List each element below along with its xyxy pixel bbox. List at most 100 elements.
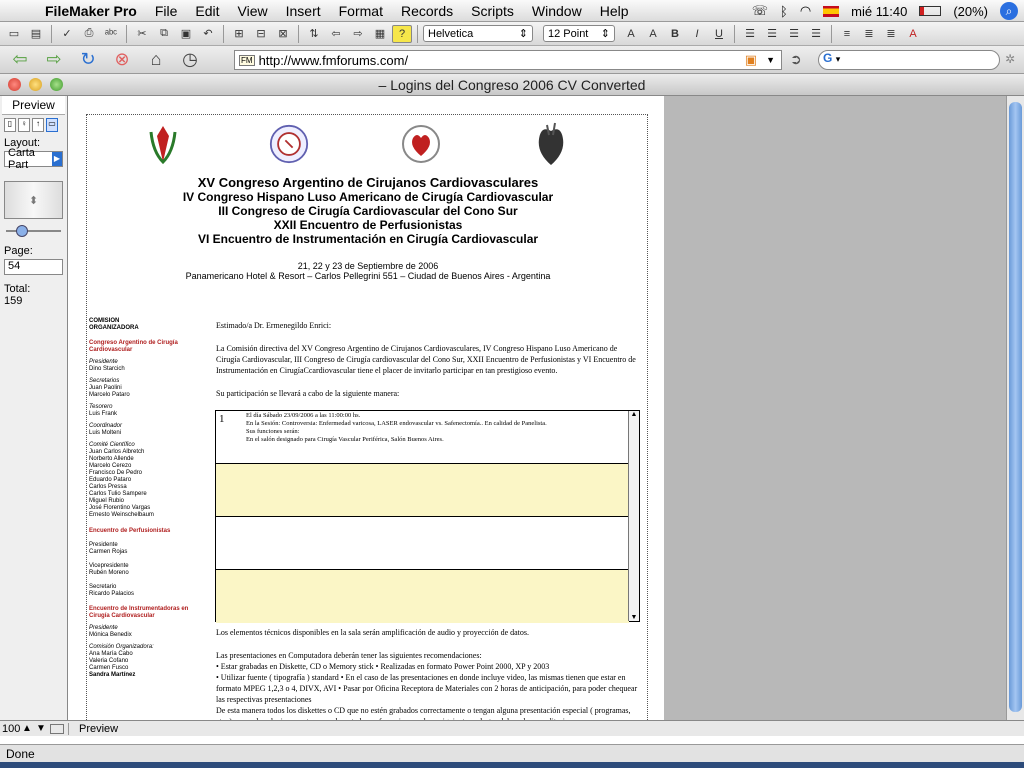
bottom-mode-label[interactable]: Preview bbox=[68, 722, 588, 735]
bluetooth-icon[interactable]: ᛒ bbox=[780, 4, 788, 19]
reload-icon[interactable]: ↻ bbox=[74, 49, 102, 70]
scroll-up-icon[interactable]: ▲ bbox=[629, 411, 639, 418]
venue-line: Panamericano Hotel & Resort – Carlos Pel… bbox=[185, 271, 551, 281]
undo-icon[interactable]: ↶ bbox=[198, 25, 218, 43]
find-tool-icon[interactable]: ♀ bbox=[18, 118, 30, 132]
clock[interactable]: mié 11:40 bbox=[851, 4, 907, 19]
align-left-icon[interactable]: ☰ bbox=[740, 25, 760, 43]
zoom-level[interactable]: 100 bbox=[0, 723, 22, 735]
spotlight-search-icon[interactable]: ⌕ bbox=[1000, 2, 1018, 20]
font-size-select[interactable]: 12 Point ⇕ bbox=[543, 25, 615, 42]
outdent-icon[interactable]: ≣ bbox=[881, 25, 901, 43]
line-spacing-icon[interactable]: ≡ bbox=[837, 25, 857, 43]
menu-format[interactable]: Format bbox=[330, 3, 392, 19]
window-bottom-bar: 100 ▲ ▼ Preview bbox=[0, 720, 1024, 736]
dropdown-arrow-icon[interactable]: ▼ bbox=[766, 55, 775, 65]
url-text: http://www.fmforums.com/ bbox=[258, 52, 409, 68]
menu-help[interactable]: Help bbox=[591, 3, 638, 19]
copy-icon[interactable]: ⧉ bbox=[154, 25, 174, 43]
new-record-icon[interactable]: ⊞ bbox=[229, 25, 249, 43]
delete-record-icon[interactable]: ⊠ bbox=[273, 25, 293, 43]
history-icon[interactable]: ◷ bbox=[176, 49, 204, 70]
spanish-flag-icon[interactable] bbox=[823, 5, 840, 17]
check-icon[interactable]: ✓ bbox=[57, 25, 77, 43]
browser-status-bar: Done bbox=[0, 744, 1024, 762]
book-icon[interactable]: ⬍ bbox=[4, 181, 63, 219]
import-icon[interactable]: ⇦ bbox=[326, 25, 346, 43]
row-line-1: El día Sábado 23/09/2006 a las 11:00:00 … bbox=[246, 412, 361, 419]
help-icon[interactable]: ? bbox=[392, 24, 412, 43]
menu-edit[interactable]: Edit bbox=[186, 3, 228, 19]
app-menu[interactable]: FileMaker Pro bbox=[36, 3, 146, 19]
slider-thumb[interactable] bbox=[16, 225, 28, 237]
participation-line: Su participación se llevará a cabo de la… bbox=[216, 389, 400, 398]
zoom-in-icon[interactable]: ▲ bbox=[22, 723, 36, 734]
layout-popup[interactable]: Carta Part ▶ bbox=[4, 147, 63, 171]
home-icon[interactable]: ⌂ bbox=[142, 49, 170, 70]
row-line-2: En la Sesión: Controversia: Enfermedad v… bbox=[246, 420, 547, 427]
forward-arrow-icon[interactable]: ⇨ bbox=[40, 49, 68, 70]
menu-window[interactable]: Window bbox=[523, 3, 591, 19]
rss-icon[interactable]: ▣ bbox=[745, 52, 757, 68]
comite-member: Marcelo Cerezo bbox=[89, 463, 132, 469]
toolbar-divider bbox=[51, 24, 52, 43]
scrollbar-thumb[interactable] bbox=[1009, 102, 1022, 712]
text-color-icon[interactable]: A bbox=[903, 25, 923, 43]
bold-icon[interactable]: B bbox=[665, 25, 685, 43]
paste-icon[interactable]: ▣ bbox=[176, 25, 196, 43]
font-increase-icon[interactable]: A bbox=[621, 25, 641, 43]
back-arrow-icon[interactable]: ⇦ bbox=[6, 49, 34, 70]
stop-icon[interactable]: ⊗ bbox=[108, 49, 136, 70]
phone-icon[interactable]: ☏ bbox=[752, 3, 768, 19]
battery-icon[interactable] bbox=[919, 6, 942, 16]
align-center-icon[interactable]: ☰ bbox=[762, 25, 782, 43]
print-icon[interactable]: ⎙ bbox=[79, 25, 99, 43]
window-title-bar: – Logins del Congreso 2006 CV Converted bbox=[0, 74, 1024, 96]
total-label: Total: bbox=[4, 283, 31, 295]
comite-label: Comité Científico bbox=[89, 442, 135, 448]
zoom-slider[interactable] bbox=[6, 225, 61, 237]
toolbar-divider bbox=[126, 24, 127, 43]
spellcheck-icon[interactable]: ᵃᵇᶜ bbox=[101, 25, 121, 43]
zoom-out-icon[interactable]: ▼ bbox=[36, 723, 50, 734]
portal-scrollbar[interactable]: ▲ ▼ bbox=[628, 411, 639, 621]
layout-tool-icon[interactable]: ↑ bbox=[32, 118, 44, 132]
vertical-scrollbar[interactable] bbox=[1006, 96, 1024, 720]
open-document-icon[interactable]: ▤ bbox=[26, 25, 46, 43]
italic-icon[interactable]: I bbox=[687, 25, 707, 43]
url-field[interactable]: FM http://www.fmforums.com/ ▣ ▼ bbox=[234, 50, 782, 70]
dock bbox=[0, 762, 1024, 768]
congress-logo-2 bbox=[269, 120, 309, 168]
wifi-icon[interactable]: ◠ bbox=[800, 3, 811, 19]
menu-insert[interactable]: Insert bbox=[277, 3, 330, 19]
align-right-icon[interactable]: ☰ bbox=[784, 25, 804, 43]
google-search-field[interactable]: G ▾ bbox=[818, 50, 1000, 70]
export-icon[interactable]: ⇨ bbox=[348, 25, 368, 43]
align-justify-icon[interactable]: ☰ bbox=[806, 25, 826, 43]
menu-records[interactable]: Records bbox=[392, 3, 462, 19]
sort-icon[interactable]: ⇅ bbox=[304, 25, 324, 43]
preview-tool-icon[interactable]: ▭ bbox=[46, 118, 58, 132]
tesorero-name: Luis Frank bbox=[89, 411, 118, 417]
page: XV Congreso Argentino de Cirujanos Cardi… bbox=[86, 114, 648, 720]
menu-file[interactable]: File bbox=[146, 3, 187, 19]
new-document-icon[interactable]: ▭ bbox=[4, 25, 24, 43]
duplicate-record-icon[interactable]: ⊟ bbox=[251, 25, 271, 43]
go-button-icon[interactable]: ➲ bbox=[790, 51, 802, 68]
organizing-committee: COMISION ORGANIZADORA Congreso Argentino… bbox=[89, 318, 207, 679]
cut-icon[interactable]: ✂ bbox=[132, 25, 152, 43]
underline-icon[interactable]: U bbox=[709, 25, 729, 43]
toolbar-divider bbox=[734, 24, 735, 43]
menu-view[interactable]: View bbox=[229, 3, 277, 19]
status-area-toggle-icon[interactable] bbox=[50, 723, 64, 734]
font-decrease-icon[interactable]: A bbox=[643, 25, 663, 43]
search-dropdown-icon[interactable]: ▾ bbox=[836, 54, 841, 64]
scroll-down-icon[interactable]: ▼ bbox=[629, 614, 639, 621]
font-select[interactable]: Helvetica ⇕ bbox=[423, 25, 533, 42]
indent-icon[interactable]: ≣ bbox=[859, 25, 879, 43]
browse-tool-icon[interactable]: ▯ bbox=[4, 118, 16, 132]
layout-icon[interactable]: ▦ bbox=[370, 25, 390, 43]
page-number-field[interactable]: 54 bbox=[4, 259, 63, 275]
document-preview[interactable]: XV Congreso Argentino de Cirujanos Cardi… bbox=[68, 96, 664, 720]
menu-scripts[interactable]: Scripts bbox=[462, 3, 523, 19]
